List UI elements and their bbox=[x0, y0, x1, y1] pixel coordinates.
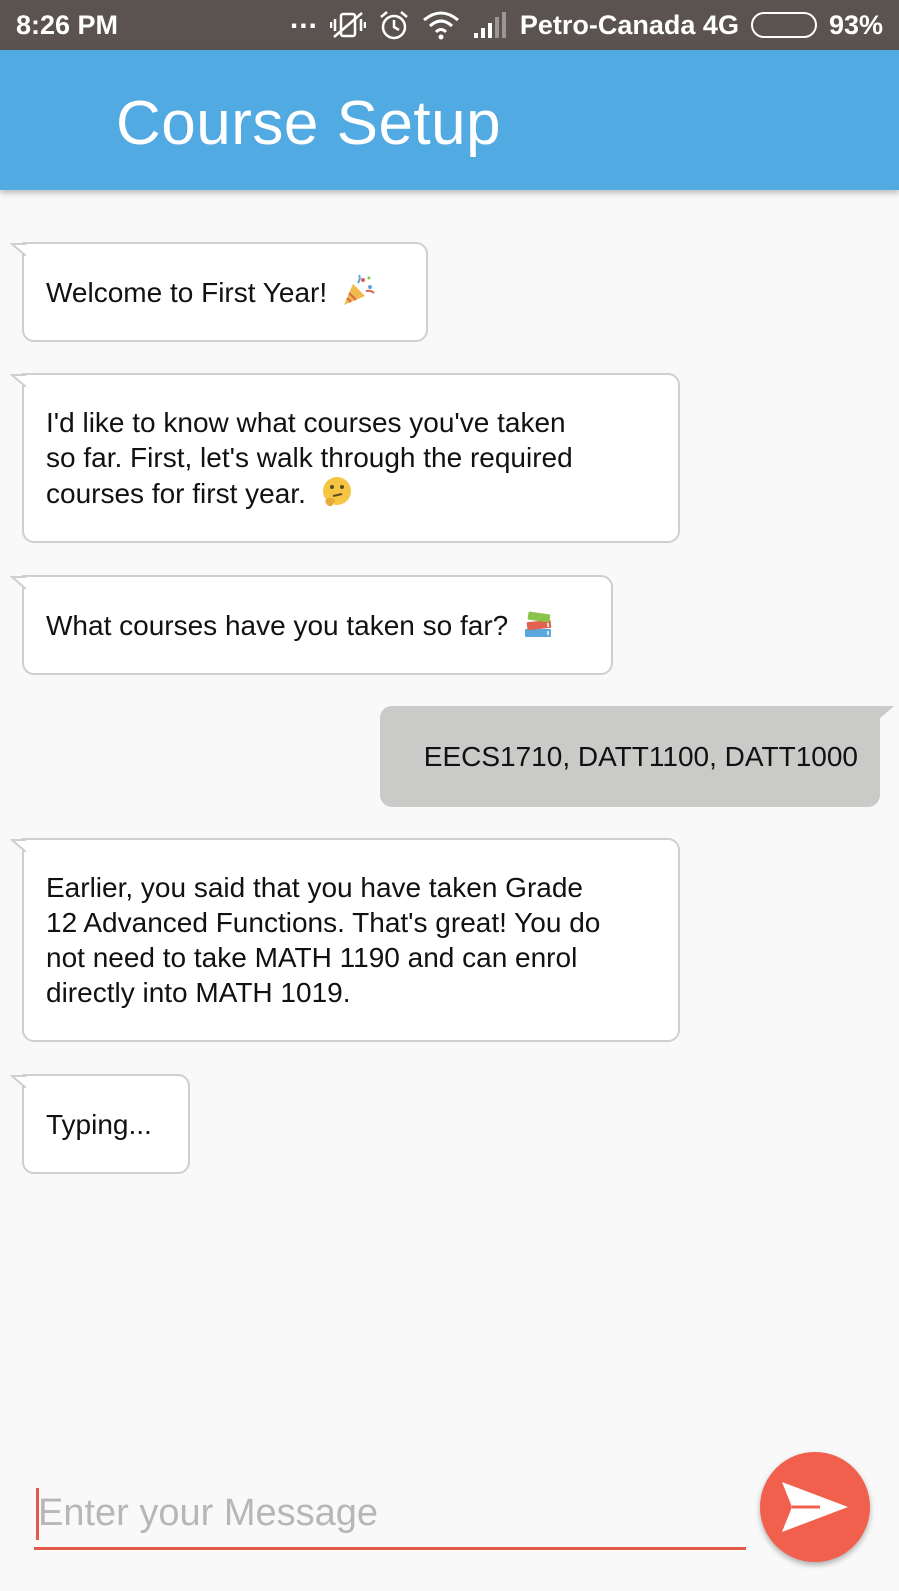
page-title: Course Setup bbox=[116, 89, 502, 158]
thinking-face-icon bbox=[322, 477, 351, 507]
carrier-name: Petro-Canada 4G bbox=[519, 9, 739, 40]
bubble-tail-icon bbox=[10, 243, 26, 256]
message-line: not need to take MATH 1190 and can enrol bbox=[46, 942, 578, 973]
send-button[interactable] bbox=[760, 1452, 870, 1562]
message-line: courses for first year. bbox=[46, 478, 306, 509]
vibrate-off-icon bbox=[329, 10, 366, 40]
message-text: What courses have you taken so far? bbox=[46, 610, 509, 641]
bubble-tail-icon bbox=[10, 576, 26, 589]
send-icon bbox=[782, 1482, 848, 1532]
message-input[interactable] bbox=[34, 1480, 746, 1546]
battery-percent: 93% bbox=[828, 9, 883, 40]
message-text: Typing... bbox=[46, 1108, 152, 1140]
message-text: EECS1710, DATT1100, DATT1000 bbox=[423, 741, 858, 772]
more-notifications-icon: ... bbox=[289, 2, 318, 35]
party-popper-icon bbox=[343, 274, 375, 305]
message-line: so far. First, let's walk through the re… bbox=[46, 442, 573, 473]
text-cursor bbox=[36, 1488, 39, 1540]
battery-icon bbox=[750, 12, 817, 38]
bubble-tail-icon bbox=[10, 839, 26, 852]
books-icon bbox=[525, 611, 552, 637]
bubble-tail-icon bbox=[10, 1075, 26, 1088]
status-icons: ... Petro-Canada 4G 93% bbox=[290, 4, 883, 41]
chat-screen: 8:26 PM ... Petro-Canada 4G 93% Course S… bbox=[0, 0, 899, 1591]
bot-message: I'd like to know what courses you've tak… bbox=[10, 373, 680, 543]
app-bar: Course Setup bbox=[0, 50, 899, 190]
bot-message: What courses have you taken so far? bbox=[10, 575, 613, 675]
message-line: 12 Advanced Functions. That's great! You… bbox=[46, 907, 601, 938]
bubble-tail-icon bbox=[878, 706, 894, 720]
message-text: Welcome to First Year! bbox=[46, 277, 328, 308]
message-composer bbox=[34, 1480, 746, 1550]
message-line: Earlier, you said that you have taken Gr… bbox=[46, 872, 583, 903]
user-message: EECS1710, DATT1100, DATT1000 bbox=[380, 706, 894, 807]
bot-message: Earlier, you said that you have taken Gr… bbox=[10, 838, 680, 1042]
bot-message: Welcome to First Year! bbox=[10, 242, 428, 342]
wifi-icon bbox=[422, 10, 460, 40]
alarm-icon bbox=[378, 10, 410, 40]
status-time: 8:26 PM bbox=[16, 9, 119, 40]
bubble-tail-icon bbox=[10, 374, 26, 387]
signal-icon bbox=[472, 10, 508, 40]
message-line: I'd like to know what courses you've tak… bbox=[46, 407, 566, 438]
status-bar: 8:26 PM ... Petro-Canada 4G 93% bbox=[0, 0, 899, 50]
typing-indicator: Typing... bbox=[10, 1074, 190, 1174]
message-line: directly into MATH 1019. bbox=[46, 977, 351, 1008]
